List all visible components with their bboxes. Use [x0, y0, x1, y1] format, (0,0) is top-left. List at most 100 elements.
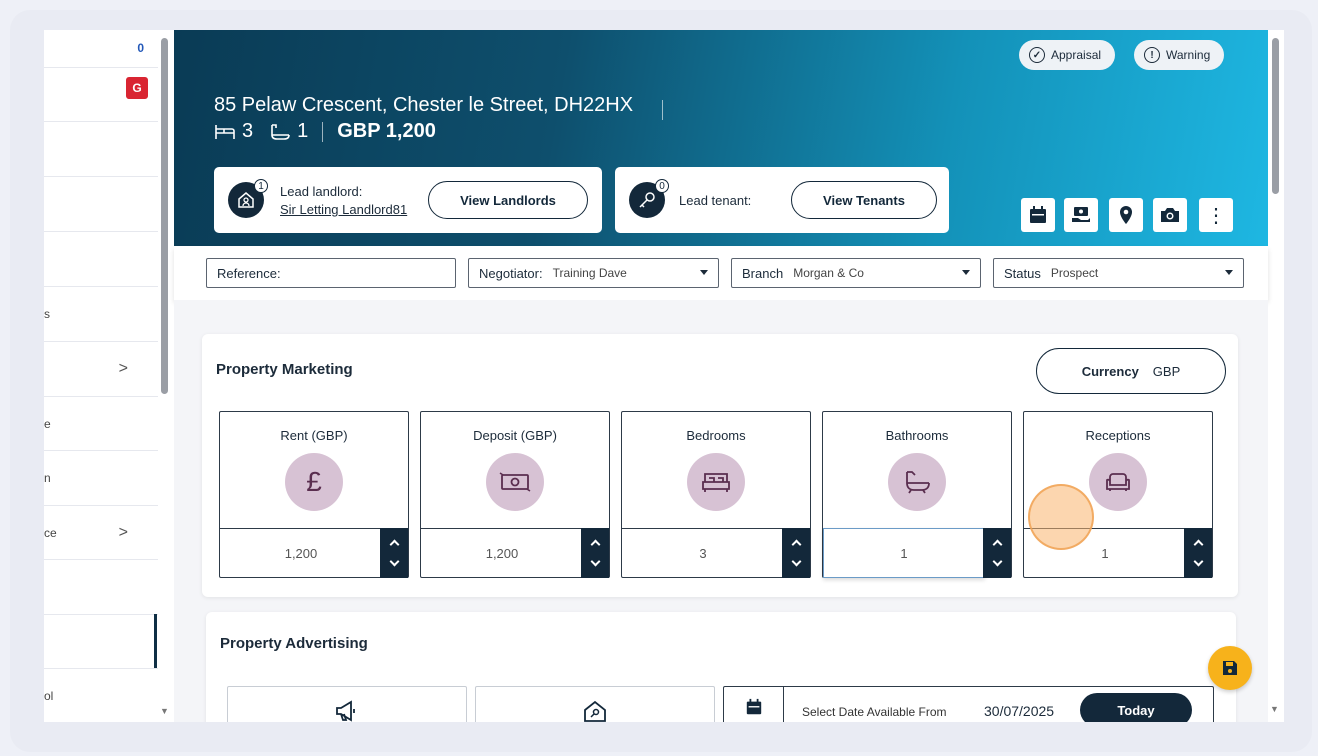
main-scrollbar[interactable]	[1272, 38, 1279, 194]
sidebar-item-account[interactable]: G	[44, 68, 158, 122]
property-price: GBP 1,200	[337, 120, 436, 142]
active-indicator	[154, 614, 157, 668]
deposit-stepper[interactable]	[581, 528, 609, 578]
scroll-down-arrow-icon[interactable]: ▼	[1270, 704, 1279, 714]
sidebar-item-10[interactable]: ol	[44, 669, 158, 722]
deposit-tile: Deposit (GBP) 1,200	[420, 411, 610, 578]
money-hand-icon	[1072, 207, 1090, 222]
deposit-input[interactable]: 1,200	[421, 528, 583, 578]
rent-input[interactable]: 1,200	[220, 528, 382, 578]
view-tenants-button[interactable]: View Tenants	[791, 181, 937, 219]
chevron-down-icon[interactable]	[791, 556, 801, 567]
chevron-up-icon[interactable]	[590, 539, 600, 550]
rent-stepper[interactable]	[380, 528, 408, 578]
branch-select[interactable]: Branch Morgan & Co	[731, 258, 981, 288]
reference-field[interactable]: Reference:	[206, 258, 456, 288]
chevron-down-icon[interactable]	[590, 556, 600, 567]
notification-count: 0	[137, 41, 144, 55]
sidebar-item-4[interactable]: s	[44, 287, 158, 342]
appraisal-label: Appraisal	[1051, 48, 1102, 62]
account-badge: G	[126, 77, 148, 99]
chevron-down-icon[interactable]	[992, 556, 1002, 567]
bedrooms-tile: Bedrooms 3	[621, 411, 811, 578]
bath-icon-wrap	[888, 453, 946, 511]
bathroom-count: 1	[297, 120, 309, 142]
sidebar-item-active[interactable]	[44, 615, 158, 669]
bathrooms-stepper[interactable]	[983, 528, 1011, 578]
cash-icon-wrap	[486, 453, 544, 511]
photos-button[interactable]	[1153, 198, 1187, 232]
status-label: Status	[1004, 265, 1041, 281]
sidebar-item-9[interactable]	[44, 560, 158, 615]
sidebar-item-5[interactable]: >	[44, 342, 158, 397]
bedrooms-input[interactable]: 3	[622, 528, 784, 578]
chevron-down-icon[interactable]	[389, 556, 399, 567]
bathrooms-input[interactable]: 1	[823, 528, 985, 578]
sofa-icon-wrap	[1089, 453, 1147, 511]
pound-icon: £	[285, 453, 343, 511]
branch-label: Branch	[742, 265, 784, 281]
chevron-up-icon[interactable]	[992, 539, 1002, 550]
advertise-option[interactable]	[227, 686, 467, 722]
chevron-up-icon[interactable]	[1193, 539, 1203, 550]
date-available-input[interactable]: 30/07/2025	[984, 703, 1054, 719]
bedroom-count: 3	[242, 120, 254, 142]
chevron-right-icon: >	[118, 523, 128, 541]
chevron-down-icon[interactable]	[1193, 556, 1203, 567]
receptions-label: Receptions	[1085, 428, 1151, 443]
sidebar-item-8[interactable]: ce >	[44, 506, 158, 560]
sidebar-item-3[interactable]	[44, 232, 158, 287]
lead-landlord-link[interactable]: Sir Letting Landlord81	[280, 202, 407, 217]
rent-tile: Rent (GBP) £ 1,200	[219, 411, 409, 578]
sidebar-item-label: ol	[44, 689, 54, 703]
today-button[interactable]: Today	[1080, 693, 1192, 722]
sidebar-scrollbar[interactable]	[161, 38, 168, 394]
rent-payment-button[interactable]	[1064, 198, 1098, 232]
status-select[interactable]: Status Prospect	[993, 258, 1244, 288]
more-options-button[interactable]: ⋮	[1199, 198, 1233, 232]
bed-icon	[215, 124, 235, 139]
property-marketing-card: Property Marketing Currency GBP Rent (GB…	[202, 334, 1238, 597]
view-landlords-button[interactable]: View Landlords	[428, 181, 588, 219]
location-button[interactable]	[1109, 198, 1143, 232]
letting-option[interactable]	[475, 686, 715, 722]
warning-tag[interactable]: ! Warning	[1134, 40, 1225, 70]
bedrooms-stepper[interactable]	[782, 528, 810, 578]
negotiator-label: Negotiator:	[479, 265, 543, 281]
negotiator-select[interactable]: Negotiator: Training Dave	[468, 258, 719, 288]
sidebar-item-label: ce	[44, 525, 57, 540]
caret-down-icon	[700, 270, 708, 275]
sidebar-item-notifications[interactable]: 0	[44, 30, 158, 68]
cash-icon	[499, 472, 531, 492]
filter-bar: Reference: Negotiator: Training Dave Bra…	[174, 246, 1268, 300]
date-icon-cell[interactable]	[724, 687, 784, 722]
currency-value: GBP	[1152, 363, 1181, 379]
rent-label: Rent (GBP)	[280, 428, 348, 443]
property-specs: 3 1 GBP 1,200	[214, 120, 436, 143]
sidebar-item-2[interactable]	[44, 177, 158, 232]
divider	[322, 121, 324, 142]
reference-label: Reference:	[217, 265, 281, 281]
status-value: Prospect	[1050, 266, 1099, 280]
sidebar-item-6[interactable]: e	[44, 397, 158, 451]
chevron-right-icon: >	[118, 360, 128, 377]
currency-button[interactable]: Currency GBP	[1036, 348, 1226, 394]
sidebar-item-1[interactable]	[44, 122, 158, 177]
bed-icon-wrap	[687, 453, 745, 511]
lead-tenant-label: Lead tenant:	[679, 193, 752, 208]
megaphone-icon	[336, 700, 355, 722]
camera-icon	[1161, 208, 1179, 222]
appraisal-tag[interactable]: ✓ Appraisal	[1019, 40, 1116, 70]
sidebar-item-label: n	[44, 471, 51, 485]
chevron-up-icon[interactable]	[791, 539, 801, 550]
scroll-down-arrow-icon[interactable]: ▼	[160, 706, 169, 716]
bathrooms-label: Bathrooms	[885, 428, 949, 443]
chevron-up-icon[interactable]	[389, 539, 399, 550]
bath-icon	[271, 123, 290, 140]
receptions-stepper[interactable]	[1184, 528, 1212, 578]
key-icon	[639, 192, 655, 208]
save-button[interactable]	[1208, 646, 1252, 690]
negotiator-value: Training Dave	[552, 266, 627, 280]
calendar-button[interactable]	[1021, 198, 1055, 232]
sidebar-item-7[interactable]: n	[44, 451, 158, 506]
